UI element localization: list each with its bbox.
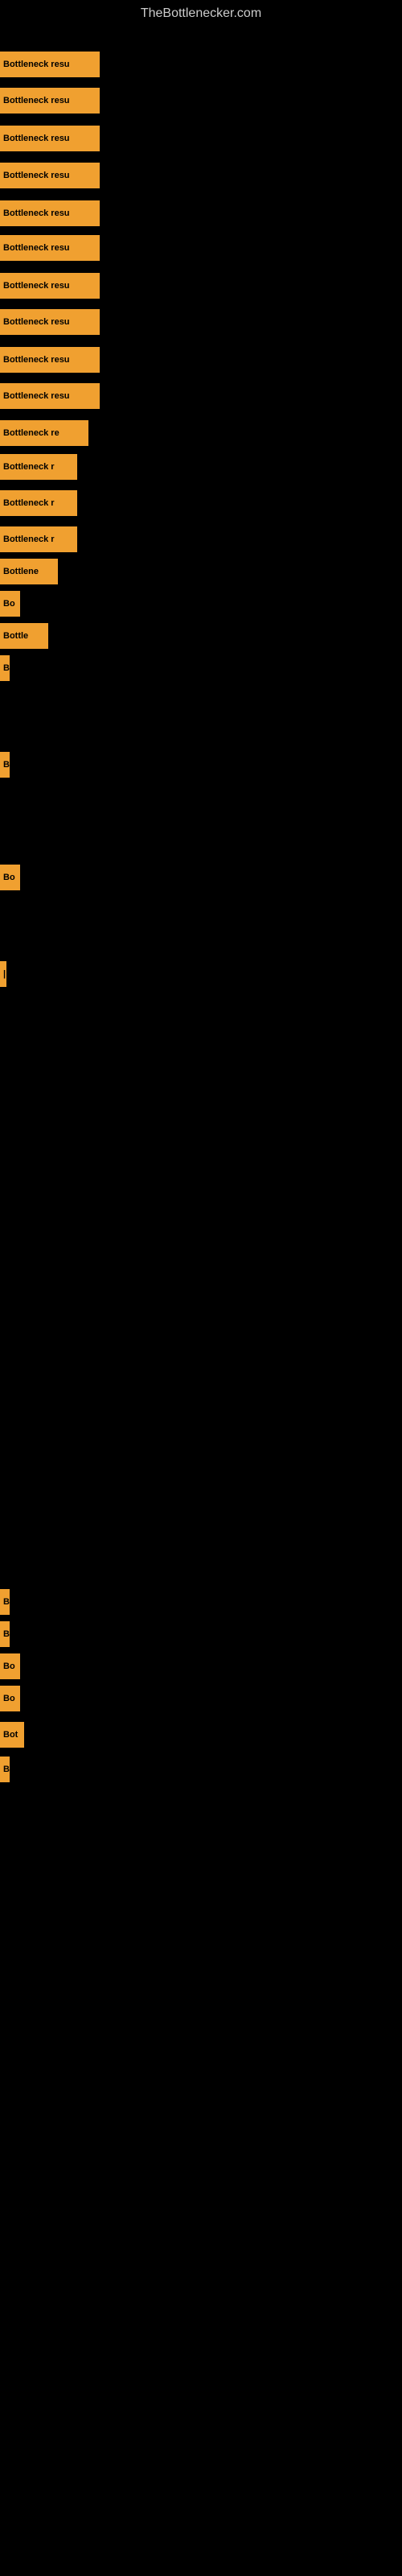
bar-row-15: Bottlene <box>0 559 58 584</box>
bar-label-11: Bottleneck re <box>0 420 88 446</box>
bar-label-15: Bottlene <box>0 559 58 584</box>
bar-row-17: Bottle <box>0 623 48 649</box>
bar-label-14: Bottleneck r <box>0 526 77 552</box>
bar-label-22: Bo <box>0 865 20 890</box>
bar-label-38: Bot <box>0 1722 24 1748</box>
bar-row-5: Bottleneck resu <box>0 200 100 226</box>
bar-label-8: Bottleneck resu <box>0 309 100 335</box>
bar-label-39: B <box>0 1757 10 1782</box>
bar-label-7: Bottleneck resu <box>0 273 100 299</box>
bar-label-37: Bo <box>0 1686 20 1711</box>
bar-label-35: B <box>0 1621 10 1647</box>
bar-row-20: B <box>0 752 10 778</box>
bar-label-34: B <box>0 1589 10 1615</box>
bar-label-4: Bottleneck resu <box>0 163 100 188</box>
bar-row-10: Bottleneck resu <box>0 383 100 409</box>
bar-row-37: Bo <box>0 1686 20 1711</box>
bar-row-16: Bo <box>0 591 20 617</box>
bar-row-2: Bottleneck resu <box>0 88 100 114</box>
bar-row-11: Bottleneck re <box>0 420 88 446</box>
bar-row-35: B <box>0 1621 10 1647</box>
bar-row-22: Bo <box>0 865 20 890</box>
bar-label-16: Bo <box>0 591 20 617</box>
bar-row-1: Bottleneck resu <box>0 52 100 77</box>
bar-label-6: Bottleneck resu <box>0 235 100 261</box>
bar-row-38: Bot <box>0 1722 24 1748</box>
bar-row-13: Bottleneck r <box>0 490 77 516</box>
bar-row-7: Bottleneck resu <box>0 273 100 299</box>
bar-label-12: Bottleneck r <box>0 454 77 480</box>
bar-label-9: Bottleneck resu <box>0 347 100 373</box>
bar-row-14: Bottleneck r <box>0 526 77 552</box>
bar-label-1: Bottleneck resu <box>0 52 100 77</box>
bar-label-24: | <box>0 961 6 987</box>
bar-label-18: B <box>0 655 10 681</box>
bar-label-20: B <box>0 752 10 778</box>
bar-row-9: Bottleneck resu <box>0 347 100 373</box>
bar-label-2: Bottleneck resu <box>0 88 100 114</box>
bar-row-36: Bo <box>0 1653 20 1679</box>
bar-label-3: Bottleneck resu <box>0 126 100 151</box>
bar-row-18: B <box>0 655 10 681</box>
bar-row-4: Bottleneck resu <box>0 163 100 188</box>
bar-row-34: B <box>0 1589 10 1615</box>
bar-row-12: Bottleneck r <box>0 454 77 480</box>
bar-label-13: Bottleneck r <box>0 490 77 516</box>
bar-row-6: Bottleneck resu <box>0 235 100 261</box>
bar-label-17: Bottle <box>0 623 48 649</box>
site-title: TheBottlenecker.com <box>0 0 402 27</box>
bar-row-24: | <box>0 961 6 987</box>
bar-row-8: Bottleneck resu <box>0 309 100 335</box>
bar-label-36: Bo <box>0 1653 20 1679</box>
bar-label-10: Bottleneck resu <box>0 383 100 409</box>
bar-row-39: B <box>0 1757 10 1782</box>
bar-label-5: Bottleneck resu <box>0 200 100 226</box>
bar-row-3: Bottleneck resu <box>0 126 100 151</box>
